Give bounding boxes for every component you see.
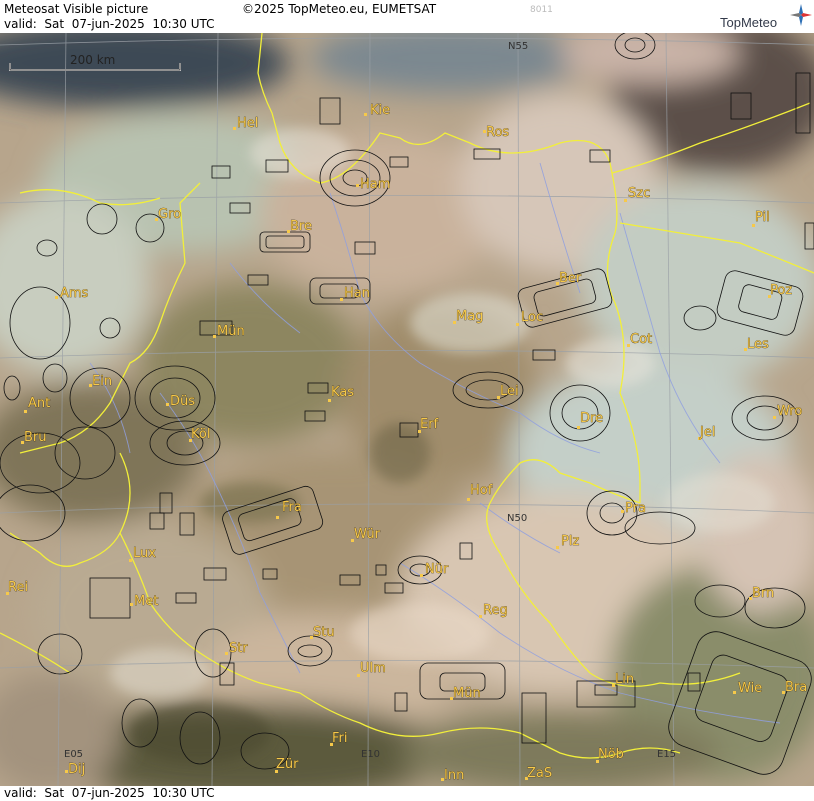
scale-bar-label: 200 km (70, 53, 115, 67)
image-stamp: 8011 (530, 5, 553, 15)
grid-label-n55: N55 (508, 41, 528, 52)
city-label-kol: Köl (191, 427, 210, 442)
city-label-plz: Plz (561, 534, 579, 549)
satellite-map: 200 km N55 N50 E05 E10 E15 Kie Hel Ros H… (0, 33, 814, 786)
city-label-rei: Rei (8, 580, 28, 595)
city-label-met: Met (134, 594, 158, 609)
city-label-lin: Lin (615, 672, 634, 687)
city-label-ant: Ant (28, 396, 50, 411)
city-label-lei: Lei (500, 384, 519, 399)
city-label-hof: Hof (470, 483, 493, 498)
grid-label-e10: E10 (361, 749, 380, 760)
grid-label-e05: E05 (64, 749, 83, 760)
city-label-fri: Fri (332, 731, 348, 746)
city-label-pra: Pra (625, 501, 646, 516)
brand-name: TopMeteo (720, 15, 778, 30)
city-label-bru: Bru (24, 430, 47, 445)
city-label-dre: Dre (580, 411, 603, 426)
city-label-wro: Wro (777, 404, 802, 419)
city-label-dus: Düs (170, 394, 195, 409)
footer-bar: valid: Sat 07-jun-2025 10:30 UTC (0, 786, 814, 801)
compass-star-icon (790, 4, 812, 26)
brand-logo: TopMeteo (720, 4, 812, 30)
city-label-erf: Erf (420, 417, 439, 432)
city-label-ein: Ein (92, 374, 112, 389)
grid-label-n50: N50 (507, 513, 527, 524)
city-label-dij: Dij (68, 762, 85, 777)
city-label-zas: ZaS (527, 766, 552, 781)
grid-label-e15: E15 (657, 749, 676, 760)
city-label-ber: Ber (559, 271, 582, 286)
city-label-les: Les (747, 337, 769, 352)
city-label-mun: Mün (217, 324, 245, 339)
valid-time: valid: Sat 07-jun-2025 10:30 UTC (4, 17, 215, 31)
product-title: Meteosat Visible picture (4, 2, 149, 16)
city-label-zur: Zür (276, 757, 299, 772)
city-label-inn: Inn (444, 768, 464, 783)
city-label-cot: Cot (630, 332, 652, 347)
city-label-ams: Ams (60, 286, 89, 301)
city-label-str: Str (229, 641, 248, 656)
city-label-reg: Reg (483, 603, 508, 618)
city-label-hel: Hel (237, 116, 258, 131)
city-label-mun2: Mün (453, 686, 481, 701)
city-label-kas: Kas (331, 385, 354, 400)
city-label-han: Han (344, 286, 370, 301)
city-label-wie: Wie (738, 681, 762, 696)
city-label-gro: Gro (158, 207, 181, 222)
city-label-nob: Nöb (598, 747, 624, 762)
city-label-loc: Loc (521, 310, 543, 325)
city-label-mag: Mag (456, 309, 483, 324)
city-label-stu: Stu (313, 625, 335, 640)
city-label-ulm: Ulm (360, 661, 386, 676)
city-label-szc: Szc (628, 186, 650, 201)
city-label-wur: Wür (354, 527, 381, 542)
map-frame: Meteosat Visible picture ©2025 TopMeteo.… (0, 0, 814, 801)
city-label-brn: Brn (752, 586, 774, 601)
city-label-jel: Jel (699, 425, 715, 440)
city-label-nur: Nür (425, 562, 449, 577)
footer-valid-time: valid: Sat 07-jun-2025 10:30 UTC (4, 786, 215, 800)
city-label-pil: Pil (755, 210, 770, 225)
city-label-bra: Bra (785, 680, 807, 695)
city-label-bre: Bre (290, 219, 312, 234)
city-label-fra: Fra (282, 500, 302, 515)
city-label-poz: Poz (770, 283, 792, 298)
city-label-lux: Lux (133, 546, 156, 561)
city-label-ham: Ham (360, 177, 390, 192)
city-label-kie: Kie (370, 103, 390, 118)
header-bar: Meteosat Visible picture ©2025 TopMeteo.… (0, 0, 814, 33)
city-label-ros: Ros (486, 125, 509, 140)
copyright-text: ©2025 TopMeteo.eu, EUMETSAT (242, 2, 437, 16)
